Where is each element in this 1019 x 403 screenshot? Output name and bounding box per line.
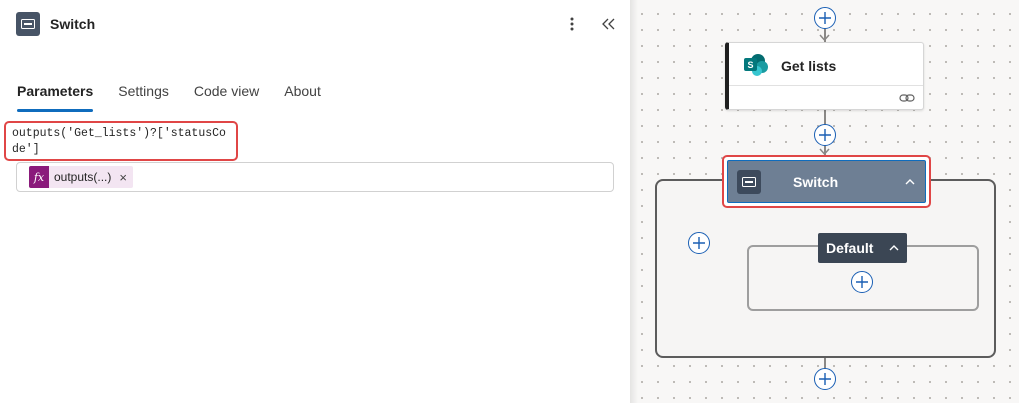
- panel-title: Switch: [50, 16, 96, 32]
- add-step-button[interactable]: [814, 368, 836, 390]
- remove-token-button[interactable]: ×: [119, 170, 127, 185]
- expression-text: outputs('Get_lists')?['statusCode']: [12, 127, 226, 156]
- expression-tooltip: outputs('Get_lists')?['statusCode']: [4, 121, 238, 161]
- card-divider: [729, 85, 923, 86]
- switch-node-header[interactable]: Switch: [727, 160, 926, 203]
- chevron-up-icon[interactable]: [903, 175, 917, 189]
- tab-settings[interactable]: Settings: [118, 80, 169, 112]
- svg-text:S: S: [747, 60, 753, 70]
- details-panel: Switch Parameters Settings Code view Abo…: [0, 0, 630, 403]
- switch-on-input[interactable]: fx outputs(...) ×: [16, 162, 614, 192]
- plus-icon: [819, 12, 831, 24]
- switch-icon: [16, 12, 40, 36]
- add-step-button[interactable]: [814, 124, 836, 146]
- add-step-in-default-button[interactable]: [851, 271, 873, 293]
- add-step-button[interactable]: [814, 7, 836, 29]
- link-icon[interactable]: [899, 91, 915, 105]
- panel-header: Switch: [16, 12, 95, 36]
- sharepoint-icon: S: [744, 54, 768, 76]
- collapse-panel-button[interactable]: [598, 12, 620, 36]
- double-chevron-left-icon: [602, 18, 615, 30]
- token-label: outputs(...): [54, 170, 112, 184]
- plus-icon: [819, 373, 831, 385]
- tab-parameters[interactable]: Parameters: [17, 80, 94, 112]
- expression-token[interactable]: fx outputs(...) ×: [29, 166, 133, 188]
- tab-about[interactable]: About: [284, 80, 321, 112]
- fx-icon: fx: [29, 166, 49, 188]
- tab-code-view[interactable]: Code view: [194, 80, 259, 112]
- card-title: Get lists: [781, 58, 837, 74]
- chevron-up-icon: [889, 245, 899, 251]
- add-case-button[interactable]: [688, 232, 710, 254]
- plus-icon: [693, 237, 705, 249]
- default-case-title: Default: [826, 240, 874, 256]
- get-lists-action-card[interactable]: S Get lists: [725, 42, 924, 110]
- switch-node-title: Switch: [793, 173, 839, 190]
- plus-icon: [819, 129, 831, 141]
- default-case-header[interactable]: Default: [818, 233, 907, 263]
- more-vertical-icon: [570, 17, 574, 31]
- plus-icon: [856, 276, 868, 288]
- panel-tabs: Parameters Settings Code view About: [17, 80, 346, 112]
- panel-divider: [630, 0, 638, 403]
- more-options-button[interactable]: [562, 12, 582, 36]
- switch-icon: [737, 169, 761, 194]
- switch-action-node[interactable]: Switch: [722, 155, 931, 208]
